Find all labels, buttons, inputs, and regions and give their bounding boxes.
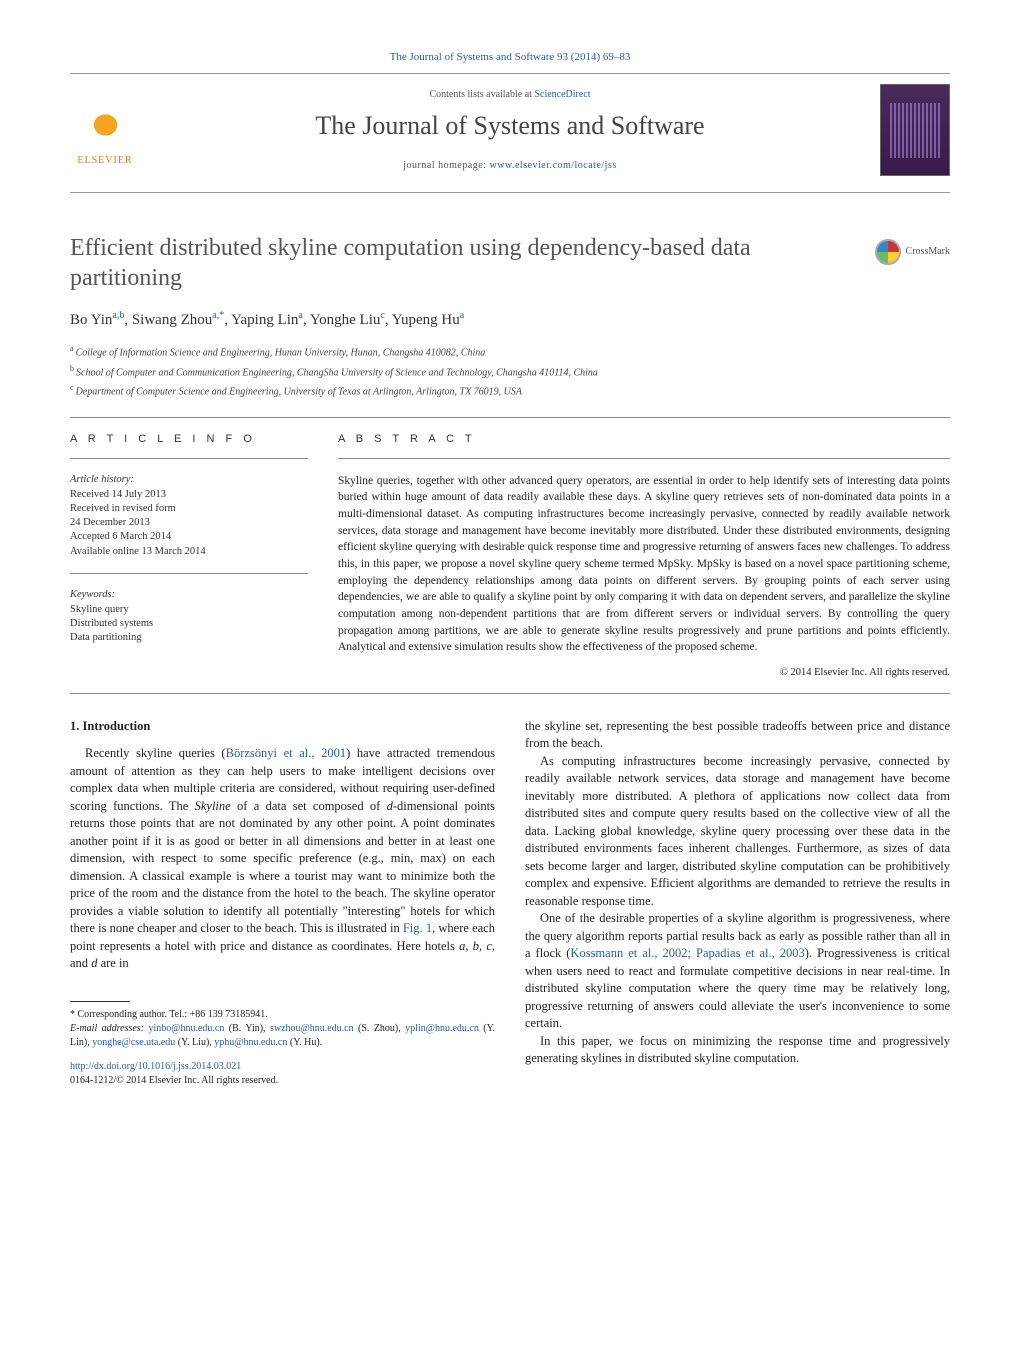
footnote-separator bbox=[70, 1001, 130, 1002]
journal-reference: The Journal of Systems and Software 93 (… bbox=[70, 50, 950, 65]
journal-cover-thumbnail bbox=[880, 84, 950, 176]
doi-link[interactable]: http://dx.doi.org/10.1016/j.jss.2014.03.… bbox=[70, 1061, 241, 1072]
journal-title: The Journal of Systems and Software bbox=[140, 108, 880, 144]
paragraph-4: One of the desirable properties of a sky… bbox=[525, 910, 950, 1033]
keywords-heading: Keywords: bbox=[70, 588, 308, 602]
paragraph-1: Recently skyline queries (Börzsönyi et a… bbox=[70, 745, 495, 973]
contents-prefix: Contents lists available at bbox=[429, 89, 534, 100]
abstract-copyright: © 2014 Elsevier Inc. All rights reserved… bbox=[338, 666, 950, 681]
crossmark-icon bbox=[875, 239, 901, 265]
figure-1-ref[interactable]: Fig. 1 bbox=[403, 921, 432, 935]
history-accepted: Accepted 6 March 2014 bbox=[70, 530, 308, 544]
journal-homepage-line: journal homepage: www.elsevier.com/locat… bbox=[140, 159, 880, 173]
divider bbox=[70, 693, 950, 694]
email-addresses: E-mail addresses: yinbo@hnu.edu.cn (B. Y… bbox=[70, 1022, 495, 1050]
paragraph-2: the skyline set, representing the best p… bbox=[525, 718, 950, 753]
elsevier-name: ELSEVIER bbox=[77, 154, 132, 168]
elsevier-logo: ELSEVIER bbox=[70, 93, 140, 168]
article-history: Article history: Received 14 July 2013 R… bbox=[70, 473, 308, 559]
info-abstract-row: A R T I C L E I N F O Article history: R… bbox=[70, 432, 950, 680]
email-liu[interactable]: yonghe@cse.uta.edu bbox=[92, 1037, 175, 1048]
affiliation-c: cDepartment of Computer Science and Engi… bbox=[70, 382, 950, 399]
author-3: Yaping Lina bbox=[231, 312, 303, 328]
divider bbox=[70, 417, 950, 418]
email-yin[interactable]: yinbo@hnu.edu.cn bbox=[148, 1023, 224, 1034]
affiliation-b: bSchool of Computer and Communication En… bbox=[70, 363, 950, 380]
citation-borzsonyi[interactable]: Börzsönyi et al., 2001 bbox=[226, 746, 346, 760]
elsevier-tree-icon bbox=[78, 100, 133, 150]
corresponding-author: * Corresponding author. Tel.: +86 139 73… bbox=[70, 1008, 495, 1022]
paragraph-3: As computing infrastructures become incr… bbox=[525, 753, 950, 911]
email-zhou[interactable]: swzhou@hnu.edu.cn bbox=[270, 1023, 354, 1034]
header-center: Contents lists available at ScienceDirec… bbox=[140, 88, 880, 172]
article-info-label: A R T I C L E I N F O bbox=[70, 432, 308, 447]
right-column: the skyline set, representing the best p… bbox=[525, 718, 950, 1088]
section-1-heading: 1. Introduction bbox=[70, 718, 495, 736]
cover-graphic bbox=[890, 103, 940, 158]
abstract-label: A B S T R A C T bbox=[338, 432, 950, 447]
left-column: 1. Introduction Recently skyline queries… bbox=[70, 718, 495, 1088]
journal-header: ELSEVIER Contents lists available at Sci… bbox=[70, 73, 950, 193]
divider bbox=[70, 573, 308, 574]
author-4: Yonghe Liuc bbox=[310, 312, 385, 328]
citation-kossmann-papadias[interactable]: Kossmann et al., 2002; Papadias et al., … bbox=[570, 946, 804, 960]
paragraph-5: In this paper, we focus on minimizing th… bbox=[525, 1033, 950, 1068]
history-online: Available online 13 March 2014 bbox=[70, 545, 308, 559]
history-revised-label: Received in revised form bbox=[70, 502, 308, 516]
keyword-2: Distributed systems bbox=[70, 617, 308, 631]
doi-line: http://dx.doi.org/10.1016/j.jss.2014.03.… bbox=[70, 1060, 495, 1074]
keyword-3: Data partitioning bbox=[70, 631, 308, 645]
email-lin[interactable]: yplin@hnu.edu.cn bbox=[405, 1023, 479, 1034]
keyword-1: Skyline query bbox=[70, 603, 308, 617]
author-1: Bo Yina,b bbox=[70, 312, 124, 328]
history-revised-date: 24 December 2013 bbox=[70, 516, 308, 530]
body-columns: 1. Introduction Recently skyline queries… bbox=[70, 718, 950, 1088]
sciencedirect-link[interactable]: ScienceDirect bbox=[534, 89, 590, 100]
divider bbox=[338, 458, 950, 459]
abstract-text: Skyline queries, together with other adv… bbox=[338, 473, 950, 656]
contents-available-line: Contents lists available at ScienceDirec… bbox=[140, 88, 880, 102]
footer-copyright: 0164-1212/© 2014 Elsevier Inc. All right… bbox=[70, 1074, 495, 1088]
divider bbox=[70, 458, 308, 459]
journal-homepage-link[interactable]: www.elsevier.com/locate/jss bbox=[489, 160, 616, 171]
history-received: Received 14 July 2013 bbox=[70, 488, 308, 502]
crossmark-label: CrossMark bbox=[906, 245, 950, 259]
footnotes: * Corresponding author. Tel.: +86 139 73… bbox=[70, 1008, 495, 1050]
affiliation-a: aCollege of Information Science and Engi… bbox=[70, 343, 950, 360]
affiliations: aCollege of Information Science and Engi… bbox=[70, 343, 950, 399]
history-heading: Article history: bbox=[70, 473, 308, 487]
homepage-prefix: journal homepage: bbox=[403, 160, 489, 171]
authors-line: Bo Yina,b, Siwang Zhoua,*, Yaping Lina, … bbox=[70, 309, 950, 331]
emails-label: E-mail addresses: bbox=[70, 1023, 144, 1034]
article-info-column: A R T I C L E I N F O Article history: R… bbox=[70, 432, 308, 680]
keywords-block: Keywords: Skyline query Distributed syst… bbox=[70, 588, 308, 646]
author-5: Yupeng Hua bbox=[392, 312, 464, 328]
article-title: Efficient distributed skyline computatio… bbox=[70, 233, 855, 293]
author-2: Siwang Zhoua,* bbox=[132, 312, 224, 328]
abstract-column: A B S T R A C T Skyline queries, togethe… bbox=[338, 432, 950, 680]
crossmark-badge[interactable]: CrossMark bbox=[875, 239, 950, 265]
title-row: Efficient distributed skyline computatio… bbox=[70, 233, 950, 293]
email-hu[interactable]: yphu@hnu.edu.cn bbox=[214, 1037, 287, 1048]
